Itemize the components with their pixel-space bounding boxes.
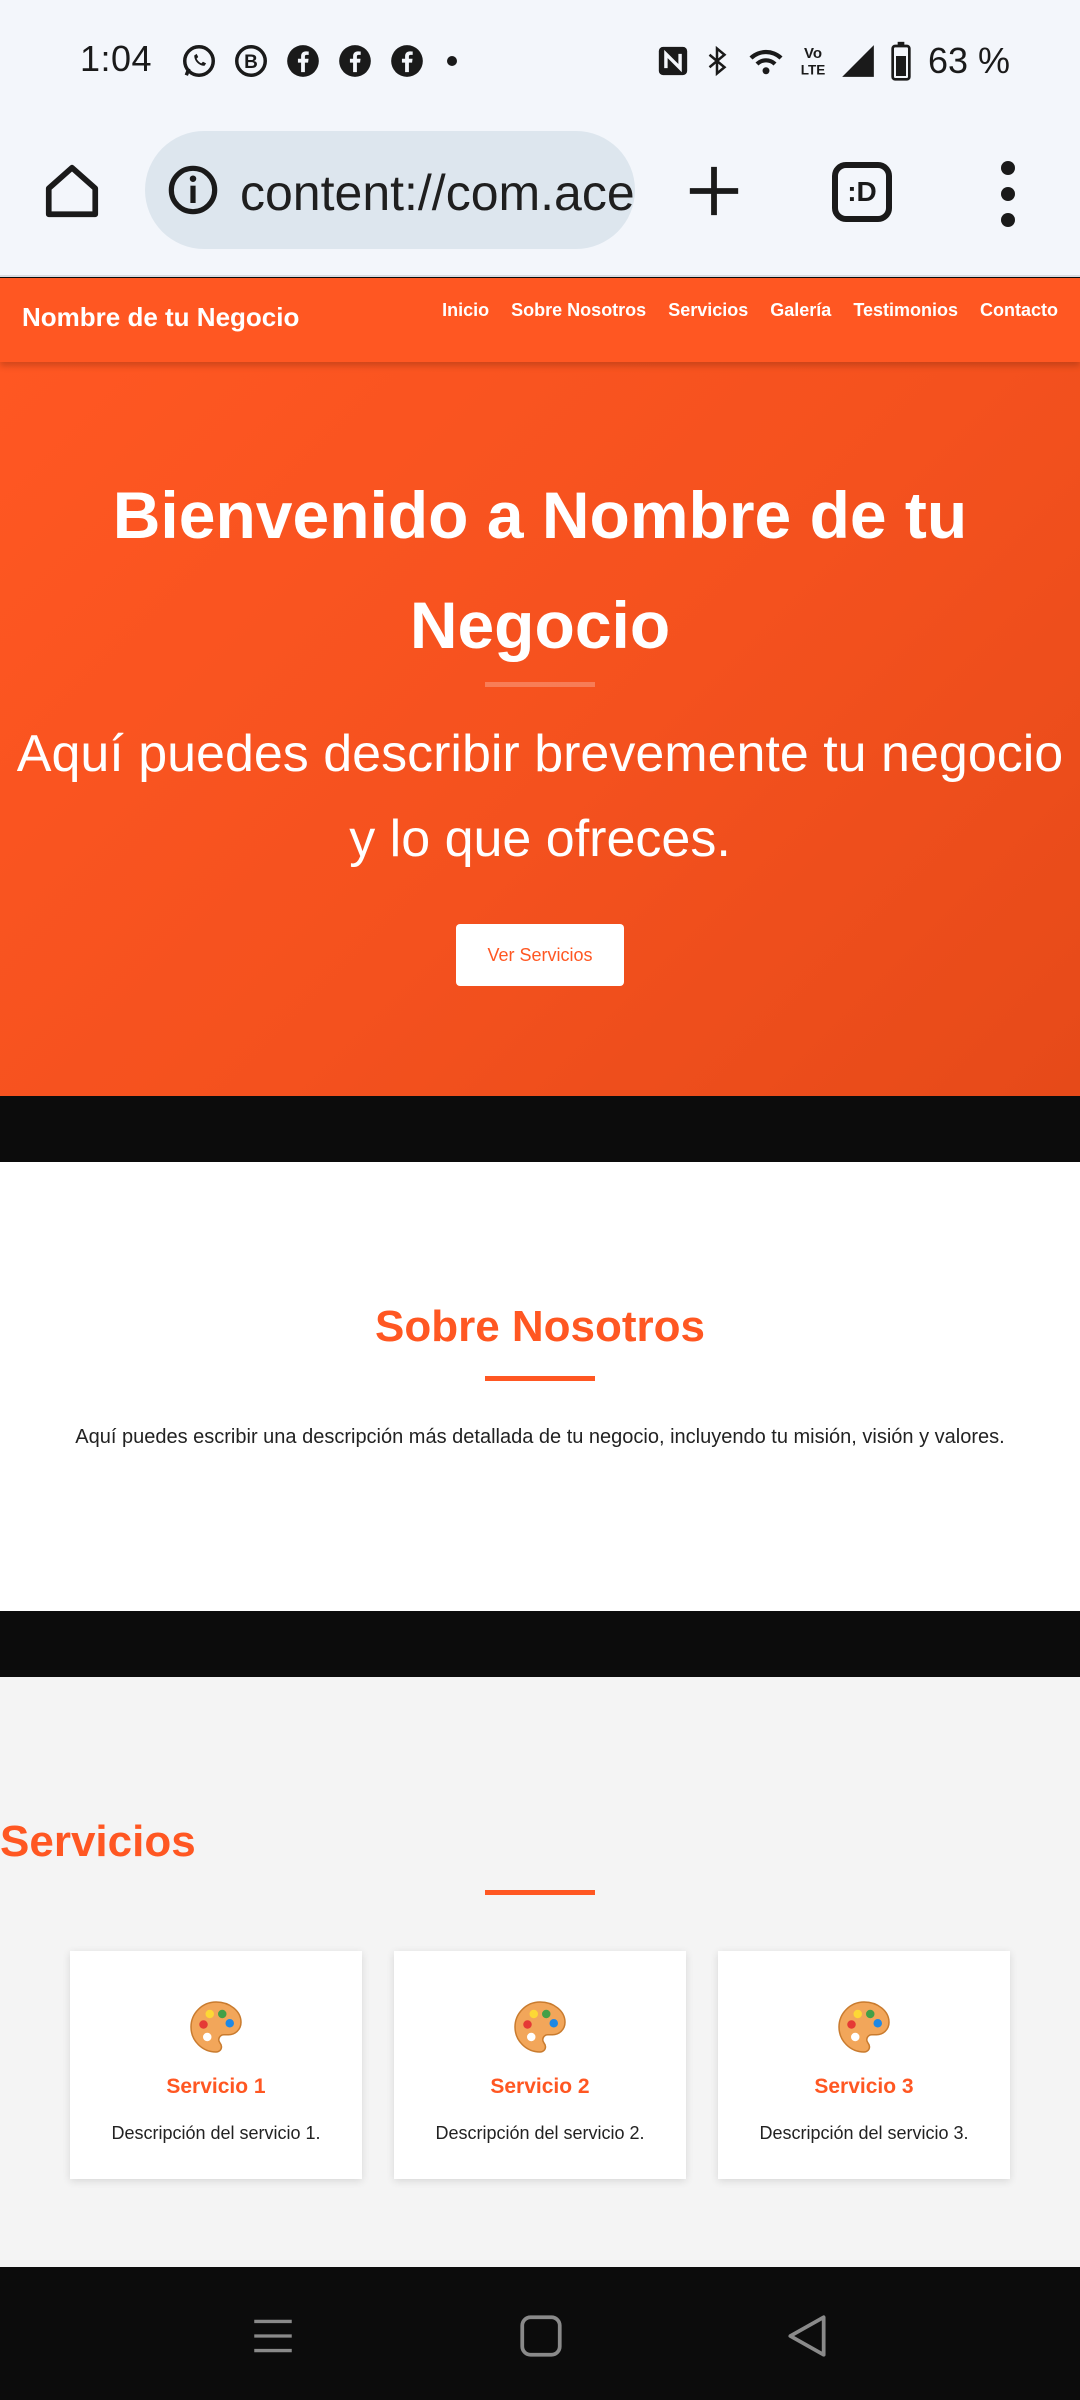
service-card-1[interactable]: Servicio 1 Descripción del servicio 1. <box>70 1951 362 2179</box>
notification-icons: B <box>180 42 464 80</box>
home-button[interactable] <box>38 157 106 225</box>
whatsapp-icon <box>183 45 215 77</box>
overflow-menu-icon[interactable] <box>990 161 1026 227</box>
url-text[interactable]: content://com.ace <box>240 164 635 222</box>
back-triangle-icon[interactable] <box>782 2311 832 2361</box>
about-underline <box>485 1376 595 1381</box>
hero-section: Bienvenido a Nombre de tu Negocio Aquí p… <box>0 362 1080 1096</box>
nav-link-galeria[interactable]: Galería <box>770 300 831 321</box>
nav-link-inicio[interactable]: Inicio <box>442 300 489 321</box>
svg-text:Vo: Vo <box>804 45 822 62</box>
ver-servicios-button[interactable]: Ver Servicios <box>456 924 624 986</box>
site-nav: Inicio Sobre Nosotros Servicios Galería … <box>442 300 1058 321</box>
section-gap <box>0 1096 1080 1162</box>
more-dot-icon <box>447 56 457 66</box>
service-desc: Descripción del servicio 3. <box>759 2123 969 2143</box>
wifi-icon <box>749 49 783 75</box>
recents-icon[interactable] <box>248 2311 298 2361</box>
service-card-3[interactable]: Servicio 3 Descripción del servicio 3. <box>718 1951 1010 2179</box>
nfc-icon <box>658 46 688 76</box>
service-title: Servicio 1 <box>166 2075 266 2098</box>
system-icons: Vo LTE 63 % <box>656 40 1010 82</box>
nav-link-contacto[interactable]: Contacto <box>980 300 1058 321</box>
home-icon <box>45 164 99 218</box>
services-title: Servicios <box>0 1817 196 1866</box>
service-title: Servicio 3 <box>814 2075 914 2098</box>
palette-icon <box>838 2001 890 2053</box>
signal-icon <box>842 45 874 77</box>
about-text: Aquí puedes escribir una descripción más… <box>75 1426 1005 1448</box>
nav-link-sobre-nosotros[interactable]: Sobre Nosotros <box>511 300 646 321</box>
palette-icon <box>190 2001 242 2053</box>
services-underline <box>485 1890 595 1895</box>
browser-toolbar: content://com.ace :D <box>0 125 1080 277</box>
service-card-2[interactable]: Servicio 2 Descripción del servicio 2. <box>394 1951 686 2179</box>
nav-link-servicios[interactable]: Servicios <box>668 300 748 321</box>
volte-icon: VoLTE <box>801 45 826 78</box>
facebook-icon <box>339 45 371 77</box>
site-info-icon[interactable] <box>167 164 219 216</box>
status-bar: 1:04 B Vo LTE 63 % <box>0 0 1080 125</box>
facebook-icon <box>287 45 319 77</box>
facebook-icon <box>391 45 423 77</box>
site-header: Nombre de tu Negocio Inicio Sobre Nosotr… <box>0 278 1080 362</box>
service-desc: Descripción del servicio 2. <box>435 2123 645 2143</box>
bluetooth-icon <box>708 45 727 77</box>
tab-switcher-button[interactable]: :D <box>832 162 892 222</box>
hero-title: Bienvenido a Nombre de tu Negocio <box>112 478 968 662</box>
system-nav-bar <box>0 2267 1080 2400</box>
battery-icon <box>891 41 911 81</box>
about-title: Sobre Nosotros <box>374 1302 706 1351</box>
new-tab-button[interactable] <box>680 157 748 225</box>
new-tab-plus-icon <box>689 166 739 216</box>
svg-text:LTE: LTE <box>801 63 826 78</box>
battery-percent: 63 % <box>927 40 1010 81</box>
whatsapp-business-icon: B <box>235 45 267 77</box>
status-time: 1:04 <box>80 38 153 79</box>
palette-icon <box>514 2001 566 2053</box>
url-bar[interactable]: content://com.ace <box>145 131 635 249</box>
nav-link-testimonios[interactable]: Testimonios <box>853 300 958 321</box>
service-title: Servicio 2 <box>490 2075 590 2098</box>
about-section: Sobre Nosotros Aquí puedes escribir una … <box>0 1162 1080 1611</box>
services-section: Servicios Servicio 1 Descripción del ser… <box>0 1677 1080 2267</box>
brand-name[interactable]: Nombre de tu Negocio <box>22 302 299 333</box>
svg-text:B: B <box>244 52 258 73</box>
section-gap <box>0 1611 1080 1677</box>
hero-divider <box>485 682 595 687</box>
home-square-icon[interactable] <box>516 2311 566 2361</box>
tab-switcher-label: :D <box>847 176 877 207</box>
hero-subtitle: Aquí puedes describir brevemente tu nego… <box>16 725 1064 868</box>
service-desc: Descripción del servicio 1. <box>111 2123 321 2143</box>
